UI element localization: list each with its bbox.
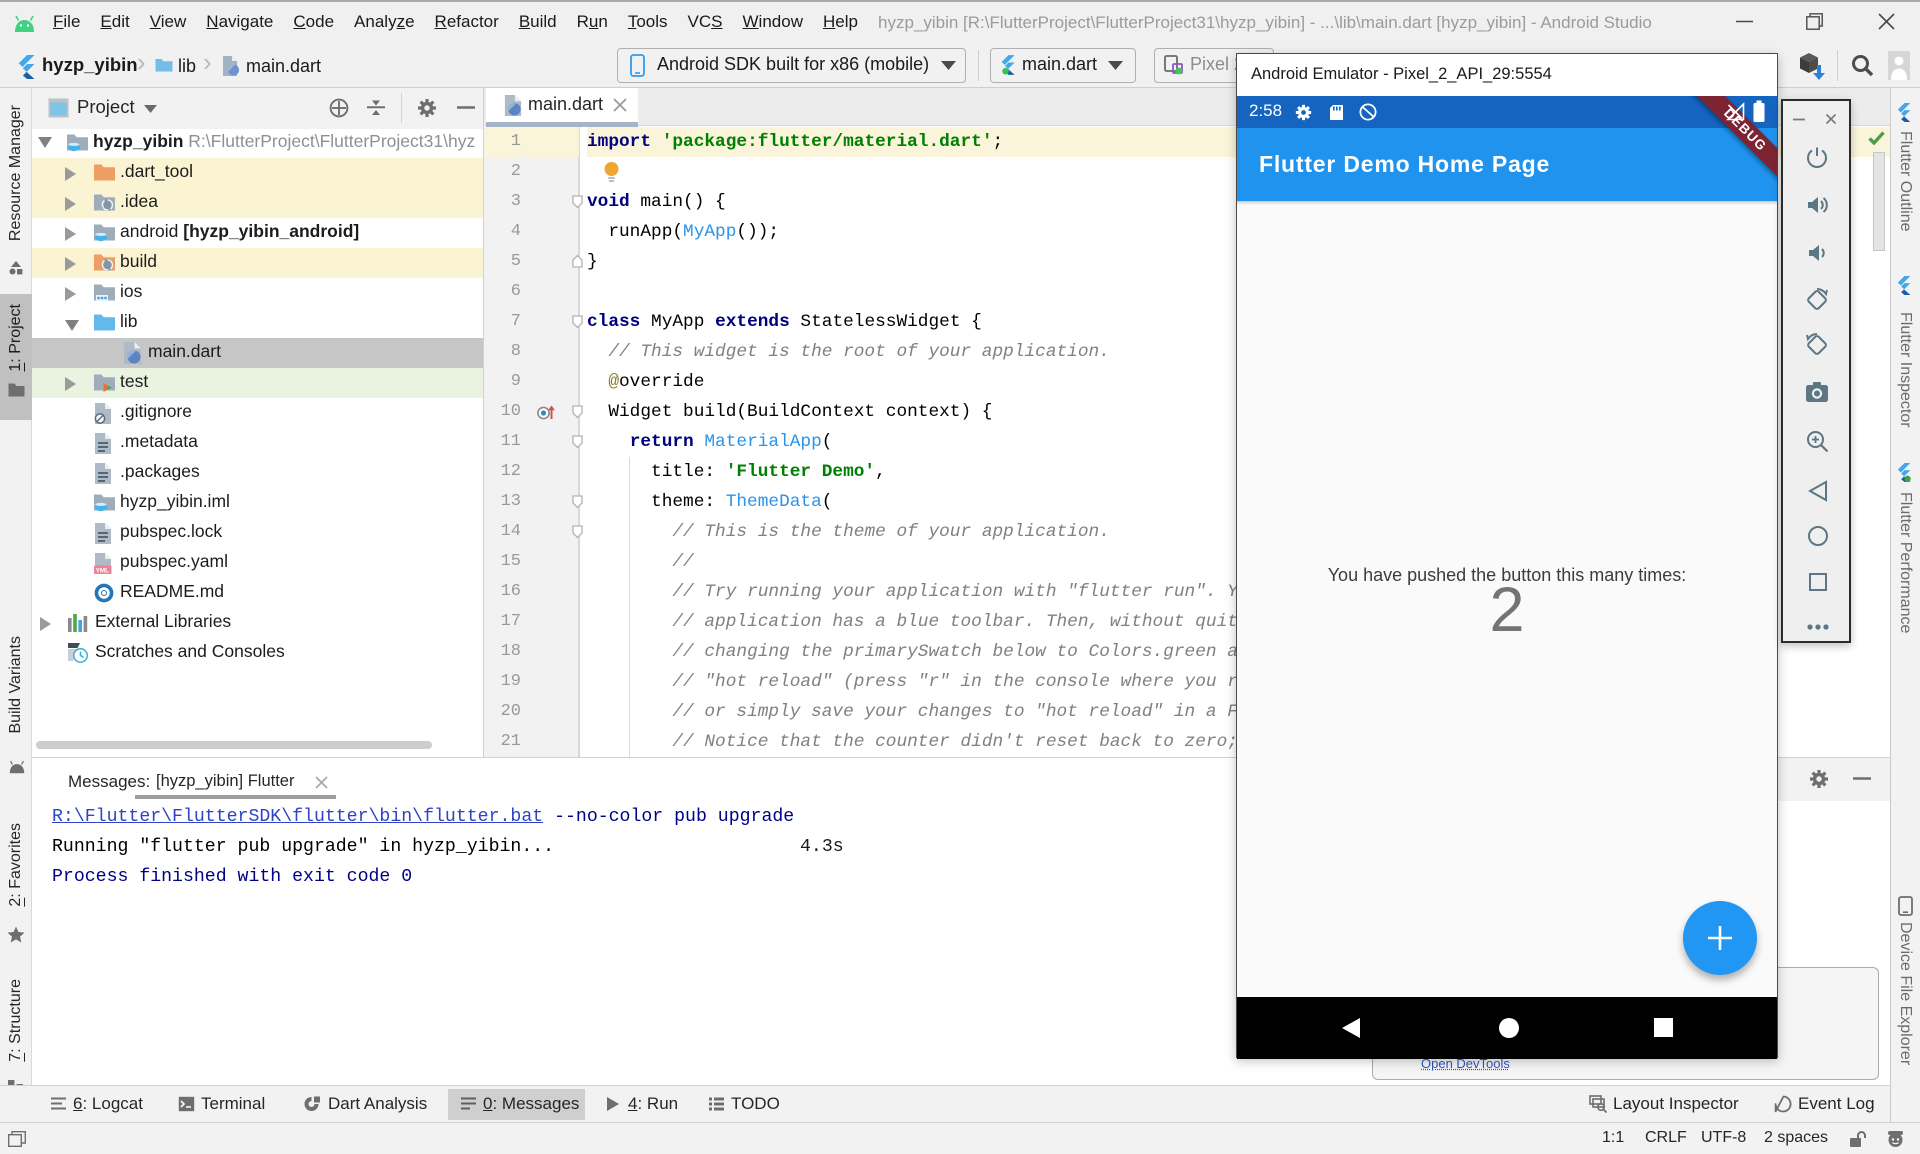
svg-text:YML: YML	[96, 567, 110, 574]
